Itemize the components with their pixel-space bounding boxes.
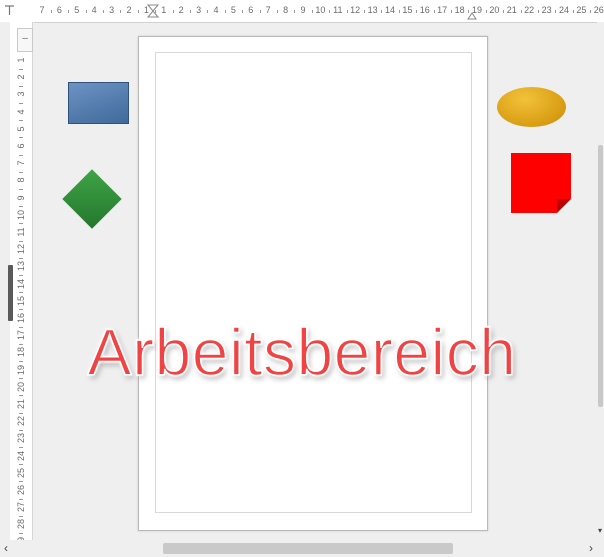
ruler-label: 4 xyxy=(91,5,97,15)
ruler-tick xyxy=(537,10,539,13)
ruler-tick xyxy=(102,10,104,13)
ruler-tick xyxy=(433,10,435,13)
ruler-tick xyxy=(311,10,313,13)
ruler-label: 13 xyxy=(367,5,378,15)
ruler-label: 16 xyxy=(419,5,430,15)
ruler-label: 3 xyxy=(109,5,115,15)
blue-rectangle-shape[interactable] xyxy=(68,82,129,124)
vertical-scrollbar-thumb[interactable] xyxy=(598,145,603,407)
ruler-label: 8 xyxy=(283,5,289,15)
ruler-tick xyxy=(503,10,505,13)
ruler-corner-button[interactable]: – xyxy=(17,28,33,52)
ruler-tick xyxy=(329,10,331,13)
ruler-tick xyxy=(259,10,261,13)
page-margin-guide xyxy=(155,52,472,513)
ruler-label: 1 xyxy=(161,5,167,15)
ruler-tick xyxy=(68,10,70,13)
ruler-label: 23 xyxy=(541,5,552,15)
ruler-tick xyxy=(207,10,209,13)
ruler-tick xyxy=(485,10,487,13)
ruler-label: 15 xyxy=(402,5,413,15)
scroll-down-arrow-icon[interactable]: ▾ xyxy=(598,524,602,538)
green-diamond-shape[interactable] xyxy=(62,169,122,229)
ruler-tick xyxy=(363,10,365,13)
ruler-tick xyxy=(398,10,400,13)
ruler-label: 6 xyxy=(56,5,62,15)
ruler-tick xyxy=(85,10,87,13)
ruler-tick xyxy=(137,10,139,13)
ruler-label: 22 xyxy=(524,5,535,15)
indent-marker-icon[interactable] xyxy=(147,4,159,18)
ruler-tick xyxy=(224,10,226,13)
ruler-label: 3 xyxy=(196,5,202,15)
ruler-tick xyxy=(120,10,122,13)
ruler-tick xyxy=(50,10,52,13)
scroll-right-arrow-icon[interactable]: › xyxy=(589,541,593,555)
ruler-label: 2 xyxy=(178,5,184,15)
ruler-tick xyxy=(416,10,418,13)
ruler-label: 24 xyxy=(558,5,570,15)
ruler-label: 17 xyxy=(437,5,448,15)
ruler-label: 4 xyxy=(213,5,219,15)
ruler-label: 10 xyxy=(315,5,326,15)
ruler-label: 11 xyxy=(333,5,343,15)
ruler-label: 5 xyxy=(230,5,236,15)
workspace-label: Arbeitsbereich xyxy=(87,314,517,390)
ruler-tick xyxy=(346,10,348,13)
ruler-label: 2 xyxy=(126,5,132,15)
ruler-tick xyxy=(381,10,383,13)
ruler-tick xyxy=(276,10,278,13)
ruler-label: 7 xyxy=(265,5,271,15)
horizontal-ruler[interactable]: 7 6 5 4 3 2 1 1 2 3 4 5 6 7 8 9 10 11 12 13 14 15 16 17 18 19 20 21… xyxy=(0,0,604,23)
ruler-tick xyxy=(520,10,522,13)
ruler-label: 25 xyxy=(576,5,587,15)
ruler-tick xyxy=(555,10,557,13)
ruler-tick xyxy=(294,10,296,13)
right-indent-marker-icon[interactable] xyxy=(467,12,477,20)
ruler-label: 12 xyxy=(350,5,361,15)
ruler-label: 20 xyxy=(489,5,500,15)
scroll-left-arrow-icon[interactable]: ‹ xyxy=(4,541,8,555)
ruler-tick xyxy=(189,10,191,13)
vertical-ruler[interactable]: 1 2 3 4 5 6 7 8 9 10 11 12 13 14 15 16 17 18 19 20 21 22 23 24 2… xyxy=(0,22,34,552)
ruler-label: 21 xyxy=(506,5,517,15)
tab-stop-icon[interactable] xyxy=(4,4,15,16)
ruler-label: 7 xyxy=(39,5,45,15)
ruler-label: 6 xyxy=(248,5,254,15)
gold-ellipse-shape[interactable] xyxy=(497,87,566,127)
ruler-tick xyxy=(450,10,452,13)
ruler-tick xyxy=(572,10,574,13)
ruler-label: 26 xyxy=(593,5,604,15)
ruler-tick xyxy=(242,10,244,13)
ruler-label: 14 xyxy=(384,5,396,15)
ruler-label: 9 xyxy=(300,5,306,15)
ruler-label: 18 xyxy=(454,5,465,15)
ruler-tick xyxy=(590,10,592,13)
horizontal-scrollbar-thumb[interactable] xyxy=(163,543,453,554)
ruler-tick xyxy=(172,10,174,13)
red-square-folded-corner xyxy=(557,199,571,213)
ruler-label: 5 xyxy=(74,5,80,15)
